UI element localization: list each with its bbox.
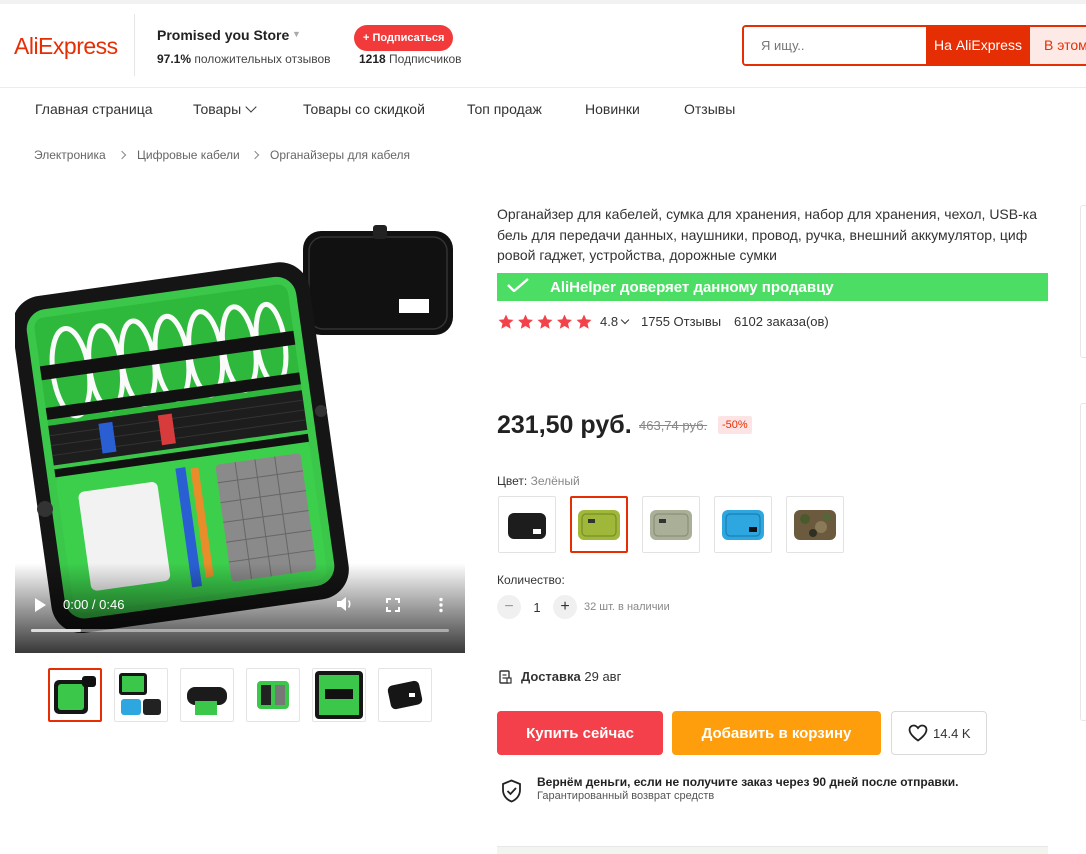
- nav-products-label: Товары: [193, 101, 242, 117]
- thumbnail[interactable]: [246, 668, 300, 722]
- nav-top-sales[interactable]: Топ продаж: [467, 101, 542, 117]
- delivery-info: Доставка 29 авг: [521, 669, 621, 684]
- quantity-increase-button[interactable]: +: [553, 595, 577, 619]
- add-to-cart-button[interactable]: Добавить в корзину: [672, 711, 881, 755]
- check-icon: [507, 278, 529, 292]
- delivery-date: 29 авг: [584, 669, 622, 684]
- wishlist-button[interactable]: 14.4 K: [891, 711, 987, 755]
- store-name[interactable]: Promised you Store: [157, 27, 289, 43]
- chevron-down-icon: [620, 315, 630, 325]
- shield-check-icon: [502, 779, 521, 803]
- play-icon[interactable]: [35, 598, 46, 612]
- thumbnail-image: [315, 671, 363, 719]
- section-divider: [497, 846, 1048, 854]
- color-value: Зелёный: [530, 474, 580, 488]
- quantity-decrease-button[interactable]: −: [497, 595, 521, 619]
- color-swatch-camo[interactable]: [786, 496, 844, 553]
- subscribers-label: Подписчиков: [389, 52, 462, 66]
- trust-banner: AliHelper доверяет данному продавцу: [497, 273, 1048, 301]
- chevron-right-icon: [250, 150, 260, 160]
- thumbnail[interactable]: [48, 668, 102, 722]
- color-swatch-khaki[interactable]: [642, 496, 700, 553]
- chevron-down-icon: [245, 101, 257, 113]
- wishlist-count: 14.4 K: [933, 726, 971, 741]
- quantity-value[interactable]: 1: [530, 600, 544, 615]
- aliexpress-logo[interactable]: AliExpress: [14, 33, 118, 60]
- thumbnail-image: [54, 676, 96, 714]
- guarantee-subtitle[interactable]: Гарантированный возврат средств: [537, 790, 714, 802]
- thumbnail[interactable]: [180, 668, 234, 722]
- side-panel-edge: [1080, 403, 1086, 721]
- video-progress-fill: [31, 629, 82, 632]
- breadcrumb-item[interactable]: Цифровые кабели: [137, 148, 240, 162]
- nav-home[interactable]: Главная страница: [35, 101, 153, 117]
- thumbnail[interactable]: [114, 668, 168, 722]
- rating-value[interactable]: 4.8: [600, 314, 630, 329]
- video-time: 0:00 / 0:46: [63, 597, 125, 612]
- search-input[interactable]: [744, 27, 926, 64]
- store-nav: Главная страница Товары Товары со скидко…: [0, 89, 1086, 133]
- search-store-button[interactable]: В этом магазине: [1030, 27, 1086, 64]
- delivery-icon: [499, 670, 512, 684]
- heart-icon: [908, 724, 928, 742]
- volume-icon[interactable]: [336, 596, 354, 612]
- stock-info: 32 шт. в наличии: [584, 601, 670, 613]
- swatch-image: [578, 510, 620, 540]
- quantity-label: Количество:: [497, 573, 565, 587]
- nav-new[interactable]: Новинки: [585, 101, 640, 117]
- color-swatch-blue[interactable]: [714, 496, 772, 553]
- more-options-icon[interactable]: [435, 597, 447, 613]
- color-swatch-black[interactable]: [498, 496, 556, 553]
- current-price: 231,50 руб.: [497, 411, 632, 439]
- swatch-image: [650, 510, 692, 540]
- delivery-label: Доставка: [521, 669, 581, 684]
- store-header: AliExpress Promised you Store ▼ 97.1% по…: [0, 4, 1086, 88]
- thumbnail[interactable]: [312, 668, 366, 722]
- nav-products[interactable]: Товары: [193, 101, 257, 117]
- guarantee-title: Вернём деньги, если не получите заказ че…: [537, 775, 959, 789]
- nav-reviews[interactable]: Отзывы: [684, 101, 735, 117]
- positive-pct: 97.1%: [157, 52, 192, 66]
- store-subscribers: 1218 Подписчиков: [359, 52, 462, 66]
- buy-now-button[interactable]: Купить сейчас: [497, 711, 663, 755]
- fullscreen-icon[interactable]: [386, 598, 400, 612]
- orders-count: 6102 заказа(ов): [734, 314, 829, 329]
- thumbnail-image: [257, 681, 289, 709]
- color-label-text: Цвет:: [497, 474, 528, 488]
- thumbnail-image: [119, 673, 161, 715]
- swatch-image: [794, 510, 836, 540]
- subscribe-button[interactable]: + Подписаться: [354, 25, 454, 51]
- store-rating: 97.1% положительных отзывов: [157, 52, 331, 66]
- reviews-count[interactable]: 1755 Отзывы: [641, 314, 721, 329]
- store-caret-icon[interactable]: ▼: [292, 29, 301, 39]
- rating-number: 4.8: [600, 314, 619, 329]
- chevron-right-icon: [117, 150, 127, 160]
- breadcrumb-item[interactable]: Электроника: [34, 148, 106, 162]
- swatch-image: [722, 510, 764, 540]
- header-divider: [134, 14, 135, 76]
- product-video[interactable]: 0:00 / 0:46: [15, 203, 465, 653]
- trust-text: AliHelper доверяет данному продавцу: [550, 279, 834, 296]
- color-label: Цвет: Зелёный: [497, 474, 580, 488]
- search-aliexpress-button[interactable]: На AliExpress: [926, 27, 1030, 64]
- rating-stars: [498, 314, 592, 329]
- search-bar: На AliExpress В этом магазине: [742, 25, 1086, 66]
- thumbnail-image: [387, 680, 423, 710]
- breadcrumb-item[interactable]: Органайзеры для кабеля: [270, 148, 410, 162]
- discount-badge: -50%: [718, 416, 752, 434]
- thumbnail[interactable]: [378, 668, 432, 722]
- old-price: 463,74 руб.: [639, 418, 708, 433]
- positive-label: положительных отзывов: [194, 52, 331, 66]
- thumbnail-image: [187, 687, 227, 715]
- subscribers-count: 1218: [359, 52, 386, 66]
- nav-discounted[interactable]: Товары со скидкой: [303, 101, 425, 117]
- swatch-image: [508, 513, 546, 539]
- color-swatch-green[interactable]: [570, 496, 628, 553]
- product-title: Органайзер для кабелей, сумка для хранен…: [497, 206, 1037, 263]
- side-panel-edge: [1080, 205, 1086, 358]
- video-progress-track[interactable]: [31, 629, 449, 632]
